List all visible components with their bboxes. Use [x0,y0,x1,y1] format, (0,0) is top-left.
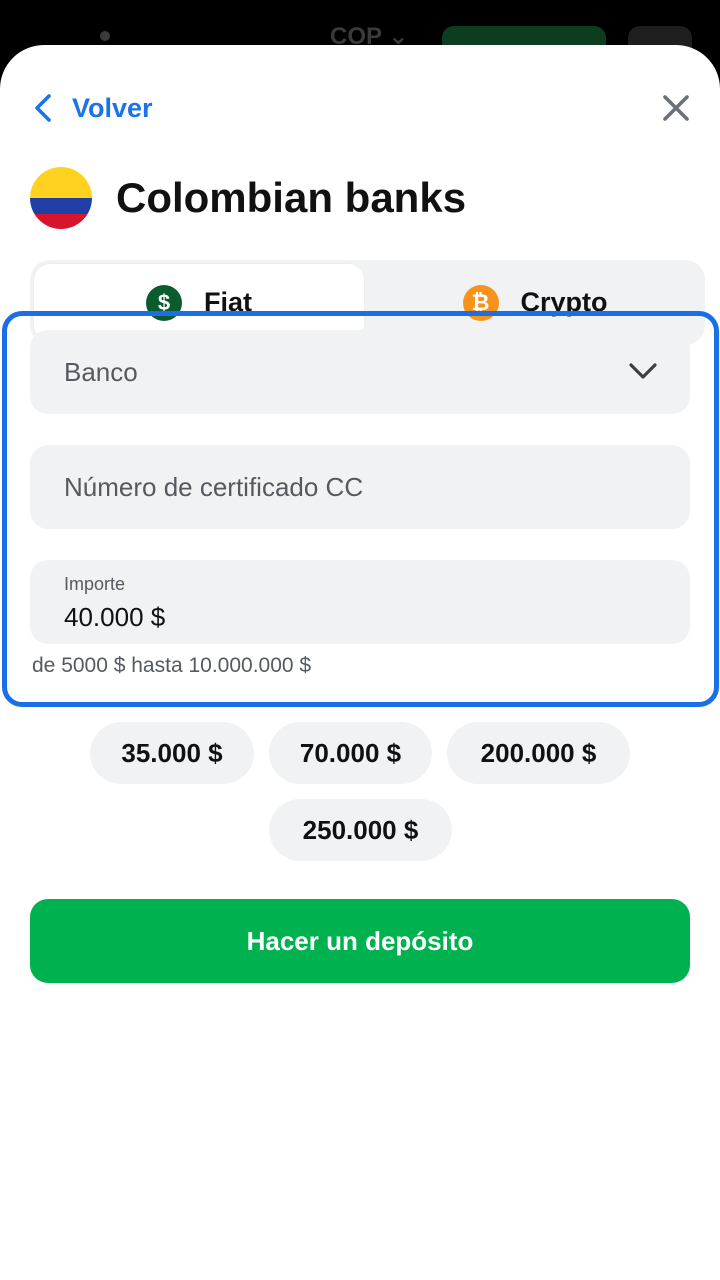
quick-amount-button[interactable]: 250.000 $ [269,799,452,861]
page-title: Colombian banks [116,174,467,221]
quick-amount-button[interactable]: 35.000 $ [90,722,254,784]
certificate-number-input[interactable]: Número de certificado CC [30,445,690,529]
amount-value: 40.000 $ [64,602,166,632]
bank-select-placeholder: Banco [64,357,138,387]
status-dot [100,31,110,41]
close-icon[interactable] [658,90,694,126]
colombia-flag-icon [30,167,92,229]
make-deposit-button[interactable]: Hacer un depósito [30,899,690,983]
chevron-left-icon [35,94,51,122]
amount-label: Importe [64,574,126,594]
amount-range-hint: de 5000 $ hasta 10.000.000 $ [32,654,312,677]
quick-amount-button[interactable]: 200.000 $ [447,722,630,784]
certificate-number-placeholder: Número de certificado CC [64,472,364,502]
page-header: Colombian banks [30,167,466,229]
amount-input[interactable]: Importe 40.000 $ [30,560,690,644]
back-button[interactable]: Volver [32,91,153,125]
chevron-down-icon [629,363,657,379]
quick-amount-button[interactable]: 70.000 $ [269,722,432,784]
bank-select[interactable]: Banco [30,330,690,414]
back-label: Volver [72,92,153,123]
